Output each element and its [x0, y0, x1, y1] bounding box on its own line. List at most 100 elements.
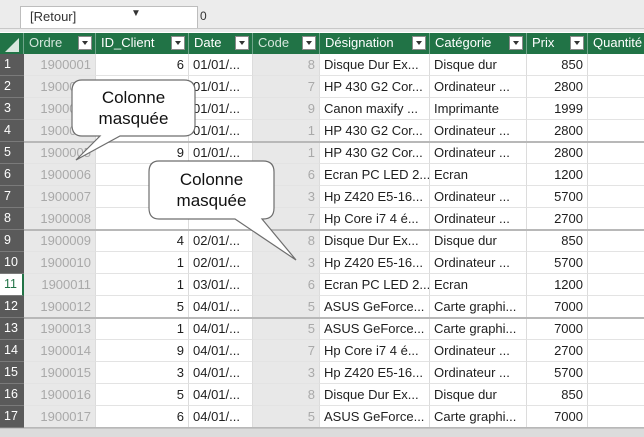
cell-designation[interactable]: ASUS GeForce...	[320, 296, 430, 318]
cell-code[interactable]: 3	[253, 186, 320, 208]
filter-dropdown-icon[interactable]	[235, 36, 249, 50]
cell-designation[interactable]: Ecran PC LED 2...	[320, 274, 430, 296]
table-row[interactable]: 15 1900015 3 04/01/... 3 Hp Z420 E5-16... Ordi…	[0, 362, 644, 384]
cell-categorie[interactable]: Imprimante	[430, 98, 527, 120]
cell-ordre[interactable]: 1900002	[24, 76, 96, 98]
select-all-corner[interactable]	[0, 33, 24, 54]
cell-id-client[interactable]	[96, 76, 189, 98]
cell-designation[interactable]: Hp Z420 E5-16...	[320, 252, 430, 274]
cell-quantite[interactable]	[588, 384, 644, 406]
row-number[interactable]: 8	[0, 208, 24, 230]
table-row[interactable]: 13 1900013 1 04/01/... 5 ASUS GeForce... Carte…	[0, 318, 644, 340]
cell-categorie[interactable]: Ecran	[430, 274, 527, 296]
cell-designation[interactable]: HP 430 G2 Cor...	[320, 142, 430, 164]
cell-id-client[interactable]: 3	[96, 362, 189, 384]
cell-categorie[interactable]: Ordinateur ...	[430, 120, 527, 142]
cell-designation[interactable]: Canon maxify ...	[320, 98, 430, 120]
cell-ordre[interactable]: 1900014	[24, 340, 96, 362]
cell-date[interactable]: 01/01/...	[189, 120, 253, 142]
cell-code[interactable]: 6	[253, 164, 320, 186]
cell-quantite[interactable]	[588, 54, 644, 76]
cell-prix[interactable]: 1200	[527, 164, 588, 186]
cell-prix[interactable]: 2800	[527, 76, 588, 98]
cell-categorie[interactable]: Ordinateur ...	[430, 142, 527, 164]
cell-categorie[interactable]: Carte graphi...	[430, 296, 527, 318]
filter-dropdown-icon[interactable]	[570, 36, 584, 50]
row-number[interactable]: 4	[0, 120, 24, 142]
cell-code[interactable]: 8	[253, 230, 320, 252]
cell-id-client[interactable]: 6	[96, 54, 189, 76]
cell-code[interactable]: 7	[253, 208, 320, 230]
name-box-dropdown-icon[interactable]: ▼	[131, 8, 141, 19]
cell-date[interactable]: 03/01/...	[189, 274, 253, 296]
table-row[interactable]: 12 1900012 5 04/01/... 5 ASUS GeForce... Carte…	[0, 296, 644, 318]
cell-code[interactable]: 8	[253, 384, 320, 406]
row-number[interactable]: 15	[0, 362, 24, 384]
cell-designation[interactable]: ASUS GeForce...	[320, 406, 430, 428]
cell-quantite[interactable]	[588, 340, 644, 362]
cell-quantite[interactable]	[588, 318, 644, 340]
cell-designation[interactable]: HP 430 G2 Cor...	[320, 76, 430, 98]
cell-categorie[interactable]: Disque dur	[430, 230, 527, 252]
cell-date[interactable]: 01/01/...	[189, 54, 253, 76]
cell-ordre[interactable]: 1900009	[24, 230, 96, 252]
cell-date[interactable]: 02/01/...	[189, 230, 253, 252]
cell-date[interactable]: 02/01/...	[189, 252, 253, 274]
table-row[interactable]: 17 1900017 6 04/01/... 5 ASUS GeForce... Carte…	[0, 406, 644, 428]
cell-categorie[interactable]: Ordinateur ...	[430, 340, 527, 362]
filter-dropdown-icon[interactable]	[509, 36, 523, 50]
cell-id-client[interactable]: 5	[96, 384, 189, 406]
row-number[interactable]: 14	[0, 340, 24, 362]
cell-categorie[interactable]: Ordinateur ...	[430, 362, 527, 384]
cell-quantite[interactable]	[588, 186, 644, 208]
cell-ordre[interactable]: 1900013	[24, 318, 96, 340]
cell-id-client[interactable]: 9	[96, 142, 189, 164]
cell-quantite[interactable]	[588, 362, 644, 384]
cell-categorie[interactable]: Disque dur	[430, 54, 527, 76]
cell-ordre[interactable]: 1900007	[24, 186, 96, 208]
row-number[interactable]: 6	[0, 164, 24, 186]
cell-code[interactable]: 7	[253, 340, 320, 362]
cell-categorie[interactable]: Ordinateur ...	[430, 208, 527, 230]
cell-categorie[interactable]: Ordinateur ...	[430, 76, 527, 98]
cell-code[interactable]: 5	[253, 296, 320, 318]
row-number[interactable]: 5	[0, 142, 24, 164]
table-row[interactable]: 2 1900002 01/01/... 7 HP 430 G2 Cor... Ordina…	[0, 76, 644, 98]
cell-designation[interactable]: Hp Z420 E5-16...	[320, 186, 430, 208]
cell-designation[interactable]: Disque Dur Ex...	[320, 230, 430, 252]
cell-quantite[interactable]	[588, 252, 644, 274]
cell-date[interactable]: 01/01/...	[189, 76, 253, 98]
cell-code[interactable]: 5	[253, 318, 320, 340]
row-number[interactable]: 7	[0, 186, 24, 208]
cell-quantite[interactable]	[588, 406, 644, 428]
cell-id-client[interactable]	[96, 208, 189, 230]
cell-prix[interactable]: 7000	[527, 296, 588, 318]
cell-id-client[interactable]: 5	[96, 296, 189, 318]
cell-quantite[interactable]	[588, 296, 644, 318]
row-number[interactable]: 12	[0, 296, 24, 318]
cell-date[interactable]: 04/01/...	[189, 362, 253, 384]
horizontal-scrollbar[interactable]	[0, 428, 644, 437]
cell-quantite[interactable]	[588, 164, 644, 186]
cell-ordre[interactable]: 1900015	[24, 362, 96, 384]
cell-id-client[interactable]	[96, 186, 189, 208]
cell-designation[interactable]: Ecran PC LED 2...	[320, 164, 430, 186]
table-row[interactable]: 9 1900009 4 02/01/... 8 Disque Dur Ex... Disqu…	[0, 230, 644, 252]
cell-designation[interactable]: ASUS GeForce...	[320, 318, 430, 340]
name-box[interactable]: [Retour] ▼	[20, 6, 198, 28]
cell-ordre[interactable]: 1900017	[24, 406, 96, 428]
cell-date[interactable]: 04/01/...	[189, 340, 253, 362]
row-number[interactable]: 2	[0, 76, 24, 98]
table-row[interactable]: 1 1900001 6 01/01/... 8 Disque Dur Ex... Disqu…	[0, 54, 644, 76]
table-row[interactable]: 3 1900003 01/01/... 9 Canon maxify ... Imprim…	[0, 98, 644, 120]
cell-id-client[interactable]: 6	[96, 406, 189, 428]
cell-prix[interactable]: 2800	[527, 142, 588, 164]
table-row[interactable]: 11 1900011 1 03/01/... 6 Ecran PC LED 2... Ecr…	[0, 274, 644, 296]
cell-date[interactable]: 04/01/...	[189, 318, 253, 340]
cell-prix[interactable]: 850	[527, 54, 588, 76]
cell-id-client[interactable]	[96, 164, 189, 186]
cell-categorie[interactable]: Carte graphi...	[430, 318, 527, 340]
cell-prix[interactable]: 5700	[527, 252, 588, 274]
cell-quantite[interactable]	[588, 142, 644, 164]
cell-prix[interactable]: 850	[527, 384, 588, 406]
